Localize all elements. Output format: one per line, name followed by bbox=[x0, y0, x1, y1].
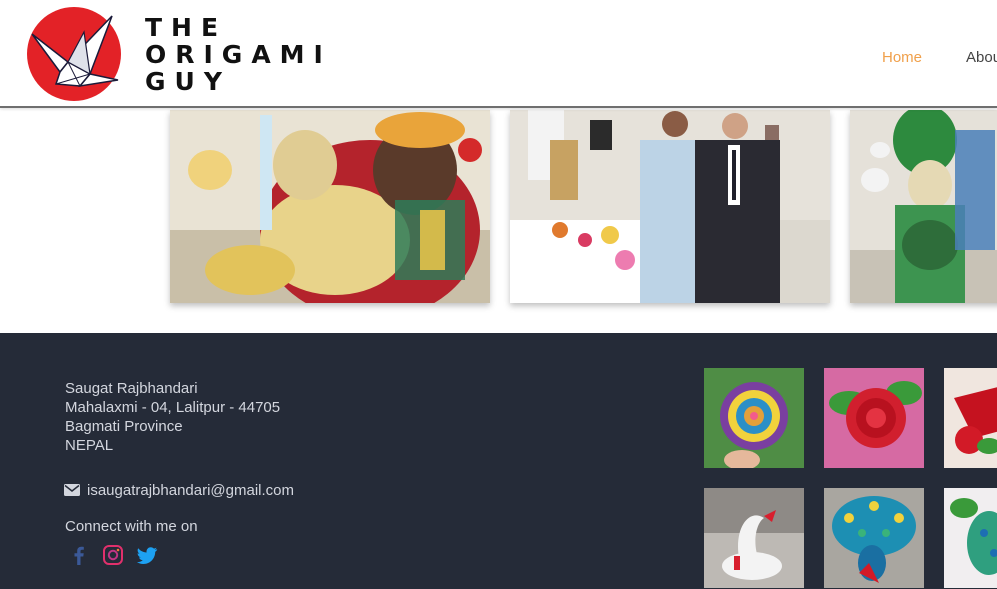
thumbnail-mandala[interactable] bbox=[704, 368, 804, 468]
contact-name: Saugat Rajbhandari bbox=[65, 380, 198, 397]
gallery-image-goddess-sculpture[interactable] bbox=[170, 110, 490, 303]
address-line-1: Mahalaxmi - 04, Lalitpur - 44705 bbox=[65, 399, 281, 416]
nav-about-link[interactable]: Abou bbox=[966, 49, 997, 66]
email-row: isaugatrajbhandari@gmail.com bbox=[64, 481, 294, 499]
connect-label: Connect with me on bbox=[65, 518, 198, 535]
instagram-icon bbox=[103, 545, 123, 565]
address-country: NEPAL bbox=[65, 437, 114, 454]
facebook-link[interactable] bbox=[68, 544, 90, 566]
gallery-image-exhibition[interactable] bbox=[510, 110, 830, 303]
thumbnail-peacock[interactable] bbox=[824, 488, 924, 588]
brand-line-1: THE bbox=[145, 13, 228, 42]
gallery-image-statue[interactable] bbox=[850, 110, 997, 303]
page: THE ORIGAMI GUY Home Abou Saugat Rajbhan… bbox=[0, 0, 997, 589]
contact-address: Saugat Rajbhandari Mahalaxmi - 04, Lalit… bbox=[65, 379, 280, 455]
social-links bbox=[68, 544, 170, 566]
thumbnail-rose[interactable] bbox=[824, 368, 924, 468]
thumbnail-red-box[interactable] bbox=[944, 368, 997, 468]
twitter-link[interactable] bbox=[136, 544, 158, 566]
email-link[interactable]: isaugatrajbhandari@gmail.com bbox=[87, 482, 294, 499]
photo-gallery bbox=[0, 108, 997, 333]
address-line-2: Bagmati Province bbox=[65, 418, 183, 435]
main-nav: Home Abou bbox=[0, 49, 997, 71]
thumbnail-swan[interactable] bbox=[704, 488, 804, 588]
instagram-link[interactable] bbox=[102, 544, 124, 566]
twitter-icon bbox=[136, 547, 158, 564]
envelope-icon bbox=[64, 484, 80, 496]
thumbnail-peacock-green[interactable] bbox=[944, 488, 997, 588]
site-footer: Saugat Rajbhandari Mahalaxmi - 04, Lalit… bbox=[0, 333, 997, 589]
nav-home-link[interactable]: Home bbox=[882, 49, 922, 66]
facebook-icon bbox=[74, 546, 84, 565]
site-header: THE ORIGAMI GUY Home Abou bbox=[0, 0, 997, 108]
brand-line-3: GUY bbox=[145, 67, 231, 96]
